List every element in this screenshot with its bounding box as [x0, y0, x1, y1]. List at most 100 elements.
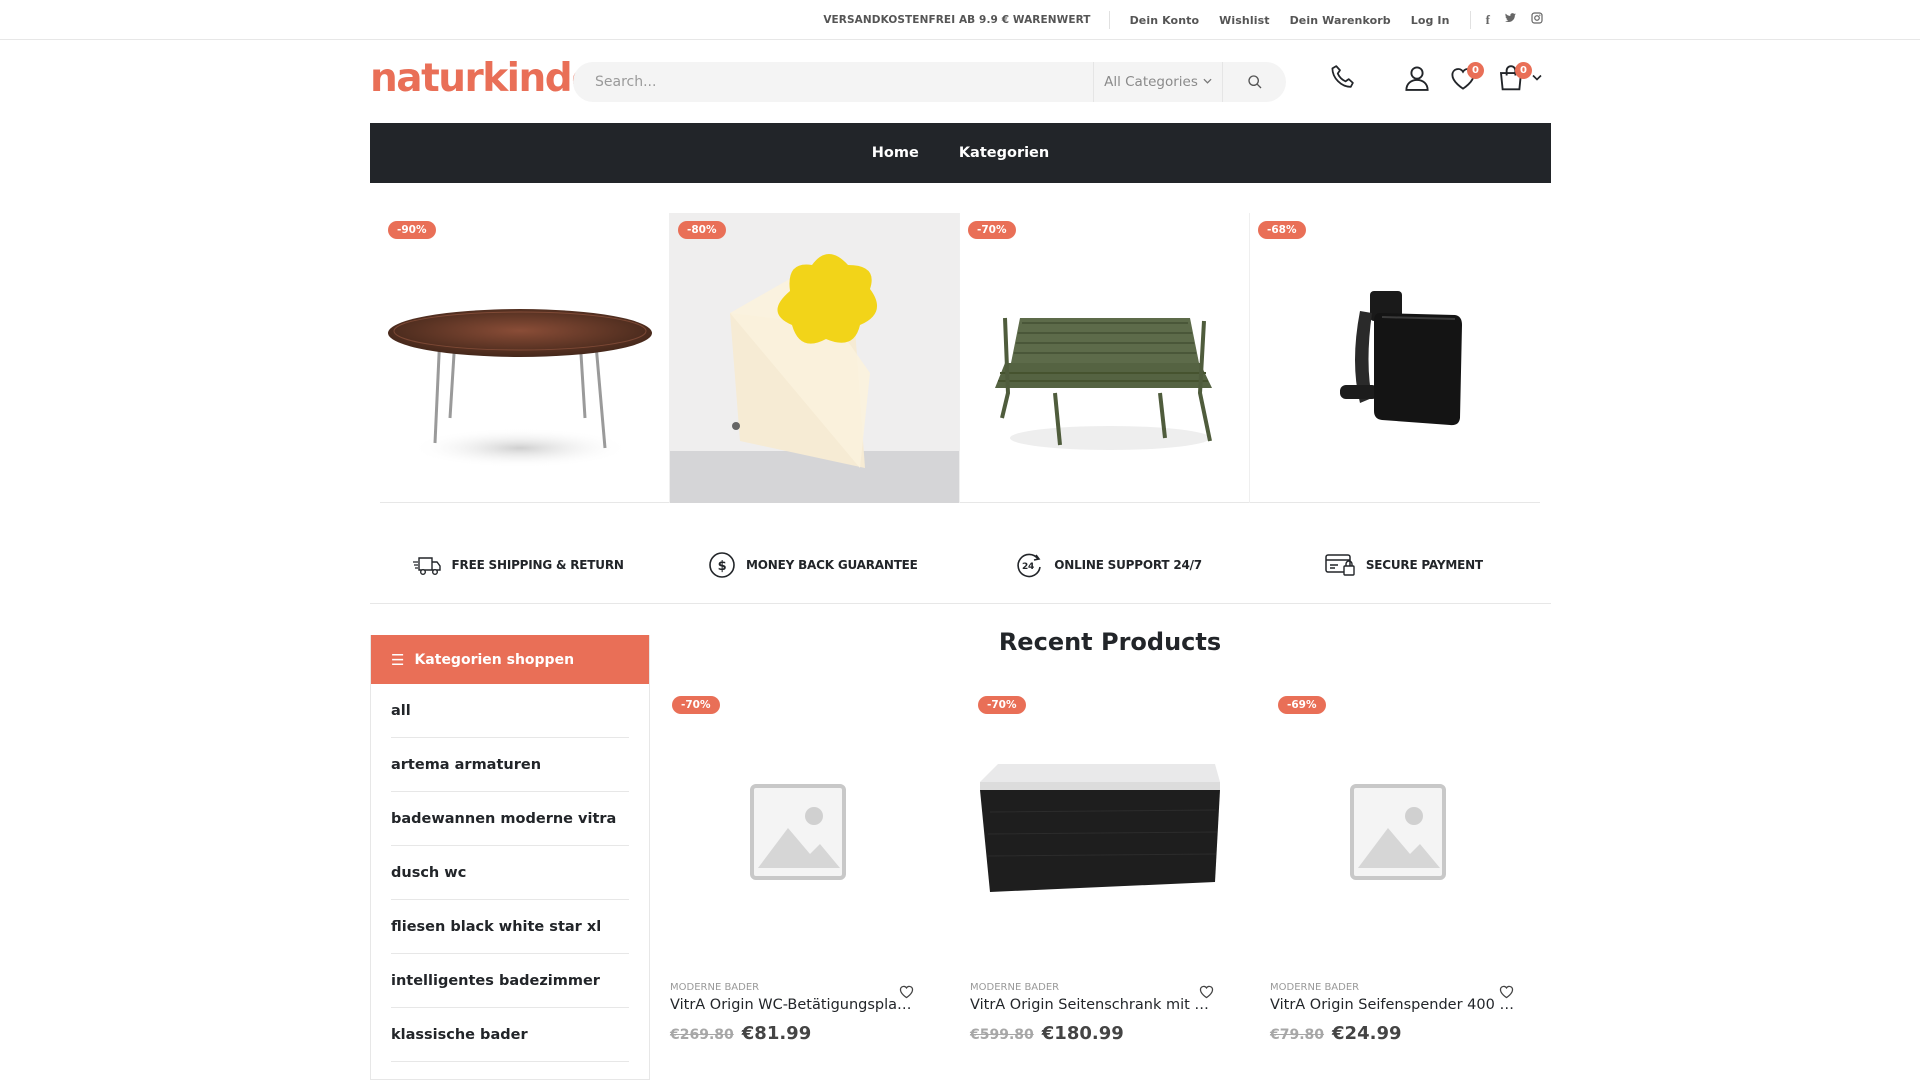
- svg-text:$: $: [718, 559, 727, 574]
- product-category[interactable]: MODERNE BADER: [1270, 982, 1525, 993]
- search-bar: All Categories: [573, 62, 1286, 102]
- category-item-klassische-bader[interactable]: klassische bader: [391, 1008, 629, 1062]
- heart-icon[interactable]: [1498, 983, 1515, 1000]
- chevron-down-icon: [1203, 77, 1212, 87]
- sale-badge: -70%: [978, 696, 1026, 714]
- search-input[interactable]: [573, 62, 1093, 102]
- sale-badge: -70%: [672, 696, 720, 714]
- category-select[interactable]: All Categories: [1093, 62, 1222, 102]
- category-item-badewannen[interactable]: badewannen moderne vitra: [391, 792, 629, 846]
- category-item-intelligentes-badezimmer[interactable]: intelligentes badezimmer: [391, 954, 629, 1008]
- section-title: Recent Products: [998, 628, 1222, 656]
- category-item-fliesen[interactable]: fliesen black white star xl: [391, 900, 629, 954]
- heart-icon[interactable]: [1198, 983, 1215, 1000]
- phone-icon[interactable]: [1328, 63, 1358, 97]
- old-price: €79.80: [1270, 1027, 1325, 1043]
- support-24-icon: 24: [1017, 553, 1042, 578]
- instagram-icon[interactable]: [1531, 12, 1543, 28]
- feature-label: MONEY BACK GUARANTEE: [746, 558, 918, 572]
- nav-home[interactable]: Home: [872, 145, 919, 161]
- heart-icon[interactable]: [898, 983, 915, 1000]
- category-item-all[interactable]: all: [391, 684, 629, 738]
- wishlist-button[interactable]: 0: [1448, 62, 1484, 97]
- sale-badge: -69%: [1278, 696, 1326, 714]
- wishlist-count-badge: 0: [1467, 62, 1484, 79]
- feature-secure-payment: SECURE PAYMENT: [1256, 527, 1551, 603]
- product-image-lamp: [670, 213, 959, 503]
- truck-icon: [412, 557, 441, 576]
- login-link[interactable]: Log In: [1411, 14, 1450, 27]
- featured-product-card[interactable]: -68%: [1250, 213, 1540, 503]
- image-placeholder-icon: [749, 784, 846, 880]
- main-nav: Home Kategorien: [370, 123, 1551, 183]
- product-category[interactable]: MODERNE BADER: [670, 982, 925, 993]
- featured-product-card[interactable]: -80%: [670, 213, 960, 503]
- sale-badge: -70%: [968, 221, 1016, 239]
- featured-products: -90% -80% -70% -68%: [380, 213, 1540, 503]
- facebook-icon[interactable]: f: [1486, 12, 1490, 28]
- cart-link[interactable]: Dein Warenkorb: [1290, 14, 1391, 27]
- sale-badge: -90%: [388, 221, 436, 239]
- category-sidebar-header[interactable]: ☰ Kategorien shoppen: [371, 635, 649, 684]
- category-sidebar: ☰ Kategorien shoppen all artema armature…: [370, 635, 650, 1080]
- product-image-table: [388, 309, 652, 468]
- category-list: all artema armaturen badewannen moderne …: [371, 684, 649, 1062]
- product-image[interactable]: -70%: [970, 692, 1225, 972]
- product-card[interactable]: -70% MODERNE BADER VitrA Origin Seitensc…: [970, 692, 1225, 1044]
- product-name[interactable]: VitrA Origin Seitenschrank mit Schu...: [970, 997, 1215, 1013]
- sale-badge: -80%: [678, 221, 726, 239]
- divider: [1469, 11, 1471, 29]
- product-image-bench: [995, 317, 1212, 450]
- old-price: €269.80: [670, 1027, 734, 1043]
- twitter-icon[interactable]: [1504, 12, 1517, 28]
- nav-kategorien[interactable]: Kategorien: [959, 145, 1049, 161]
- product-price: €79.80 €24.99: [1270, 1023, 1525, 1044]
- search-button[interactable]: [1222, 62, 1286, 102]
- cart-count-badge: 0: [1515, 62, 1532, 79]
- feature-strip: FREE SHIPPING & RETURN $ MONEY BACK GUAR…: [370, 527, 1551, 604]
- feature-free-shipping: FREE SHIPPING & RETURN: [370, 527, 665, 603]
- secure-card-icon: [1325, 554, 1355, 576]
- social-links: f: [1479, 12, 1550, 28]
- shipping-promo: VERSANDKOSTENFREI AB 9.9 € WARENWERT: [823, 14, 1091, 26]
- feature-label: ONLINE SUPPORT 24/7: [1054, 558, 1202, 572]
- cart-button[interactable]: 0: [1496, 62, 1542, 97]
- account-link[interactable]: Dein Konto: [1130, 14, 1200, 27]
- product-category[interactable]: MODERNE BADER: [970, 982, 1225, 993]
- sale-price: €180.99: [1041, 1023, 1124, 1044]
- product-image[interactable]: -69%: [1270, 692, 1525, 972]
- category-sidebar-title: Kategorien shoppen: [414, 651, 575, 668]
- image-placeholder-icon: [1349, 784, 1446, 880]
- featured-product-card[interactable]: -90%: [380, 213, 670, 503]
- search-icon: [1247, 75, 1261, 89]
- category-item-artema-armaturen[interactable]: artema armaturen: [391, 738, 629, 792]
- wishlist-link[interactable]: Wishlist: [1219, 14, 1269, 27]
- feature-label: SECURE PAYMENT: [1365, 558, 1483, 572]
- user-icon[interactable]: [1402, 63, 1432, 97]
- category-select-label: All Categories: [1104, 74, 1198, 90]
- featured-product-card[interactable]: -70%: [960, 213, 1250, 503]
- product-image-paper-holder: [1340, 291, 1462, 426]
- dollar-circle-icon: $: [709, 552, 735, 578]
- sale-badge: -68%: [1258, 221, 1306, 239]
- chevron-down-icon: [1532, 74, 1542, 81]
- old-price: €599.80: [970, 1027, 1034, 1043]
- product-price: €269.80 €81.99: [670, 1023, 925, 1044]
- feature-label: FREE SHIPPING & RETURN: [451, 558, 624, 572]
- product-image[interactable]: -70%: [670, 692, 925, 972]
- category-item-dusch-wc[interactable]: dusch wc: [391, 846, 629, 900]
- divider: [1108, 11, 1110, 29]
- product-card[interactable]: -70% MODERNE BADER VitrA Origin WC-Betät…: [670, 692, 925, 1044]
- menu-icon: ☰: [391, 650, 405, 669]
- feature-online-support: 24 ONLINE SUPPORT 24/7: [961, 527, 1256, 603]
- sale-price: €81.99: [741, 1023, 812, 1044]
- sale-price: €24.99: [1332, 1023, 1402, 1044]
- feature-money-back: $ MONEY BACK GUARANTEE: [665, 527, 960, 603]
- svg-text:24: 24: [1022, 562, 1034, 572]
- product-card[interactable]: -69% MODERNE BADER VitrA Origin Seifensp…: [1270, 692, 1525, 1044]
- product-price: €599.80 €180.99: [970, 1023, 1225, 1044]
- product-image-cabinet: [980, 764, 1220, 892]
- top-bar: VERSANDKOSTENFREI AB 9.9 € WARENWERT Dei…: [0, 0, 1920, 40]
- product-name[interactable]: VitrA Origin Seifenspender 400 ml K...: [1270, 997, 1515, 1013]
- product-name[interactable]: VitrA Origin WC-Betätigungsplatte f...: [670, 997, 915, 1013]
